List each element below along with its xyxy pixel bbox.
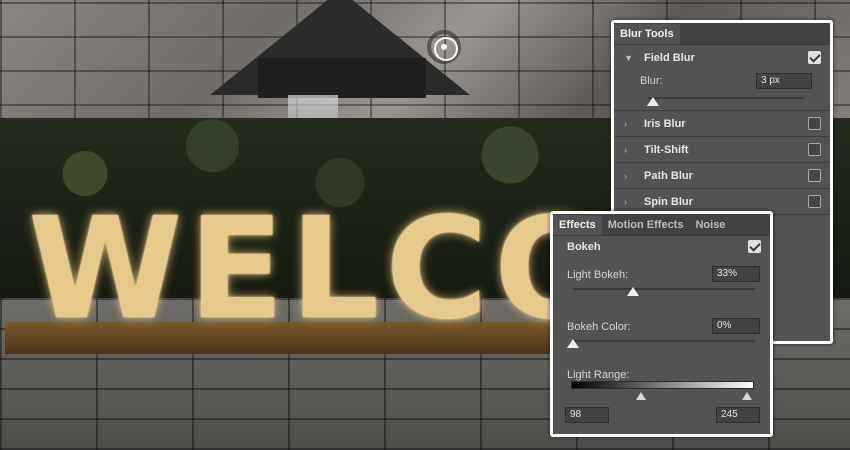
blur-tools-tabbar: Blur Tools bbox=[614, 23, 830, 45]
tab-noise[interactable]: Noise bbox=[689, 215, 731, 235]
path-blur-checkbox[interactable] bbox=[808, 169, 821, 182]
chevron-right-icon[interactable]: › bbox=[624, 145, 634, 155]
tilt-shift-label: Tilt-Shift bbox=[644, 143, 689, 156]
tilt-shift-checkbox[interactable] bbox=[808, 143, 821, 156]
light-bokeh-track[interactable] bbox=[573, 288, 755, 290]
chevron-right-icon[interactable]: › bbox=[624, 171, 634, 181]
effects-panel: Effects Motion Effects Noise Bokeh Light… bbox=[550, 211, 773, 437]
light-range-low-input[interactable]: 98 bbox=[565, 407, 609, 423]
blur-slider[interactable] bbox=[614, 93, 830, 111]
light-range-low-thumb[interactable] bbox=[635, 392, 646, 400]
effects-body: Bokeh Light Bokeh: 33% Bokeh Color: 0% L… bbox=[553, 236, 770, 434]
section-field-blur[interactable]: ▼ Field Blur bbox=[614, 45, 830, 71]
bokeh-color-thumb[interactable] bbox=[567, 339, 579, 348]
light-bokeh-input[interactable]: 33% bbox=[712, 266, 760, 282]
iris-blur-checkbox[interactable] bbox=[808, 117, 821, 130]
light-range-high-thumb[interactable] bbox=[741, 392, 752, 400]
light-bokeh-label: Light Bokeh: bbox=[567, 269, 629, 281]
chevron-right-icon[interactable]: › bbox=[624, 119, 634, 129]
path-blur-label: Path Blur bbox=[644, 169, 693, 182]
spin-blur-label: Spin Blur bbox=[644, 195, 693, 208]
effects-tabbar: Effects Motion Effects Noise bbox=[553, 214, 770, 236]
section-tilt-shift[interactable]: › Tilt-Shift bbox=[614, 137, 830, 163]
tab-motion-effects[interactable]: Motion Effects bbox=[602, 215, 690, 235]
spin-blur-checkbox[interactable] bbox=[808, 195, 821, 208]
blur-slider-thumb[interactable] bbox=[646, 97, 659, 106]
light-bokeh-thumb[interactable] bbox=[627, 287, 640, 296]
bokeh-color-label: Bokeh Color: bbox=[567, 321, 631, 333]
light-range-label: Light Range: bbox=[567, 369, 630, 381]
field-blur-checkbox[interactable] bbox=[808, 51, 821, 64]
blur-pin-handle[interactable] bbox=[427, 30, 461, 64]
blur-value-input[interactable]: 3 px bbox=[756, 73, 812, 89]
iris-blur-label: Iris Blur bbox=[644, 117, 686, 130]
field-blur-label: Field Blur bbox=[644, 52, 695, 64]
tab-blur-tools[interactable]: Blur Tools bbox=[614, 24, 680, 44]
section-path-blur[interactable]: › Path Blur bbox=[614, 163, 830, 189]
blur-amount-row: Blur: 3 px bbox=[614, 71, 830, 93]
light-range-high-input[interactable]: 245 bbox=[716, 407, 760, 423]
tab-effects[interactable]: Effects bbox=[553, 215, 602, 235]
marquee-sign-text: WELCO bbox=[28, 188, 620, 351]
bokeh-color-input[interactable]: 0% bbox=[712, 318, 760, 334]
blur-label: Blur: bbox=[640, 75, 663, 87]
bokeh-label: Bokeh bbox=[567, 241, 601, 253]
bokeh-color-track[interactable] bbox=[573, 340, 755, 342]
light-range-gradient bbox=[571, 381, 754, 389]
chevron-right-icon[interactable]: › bbox=[624, 197, 634, 207]
chevron-down-icon[interactable]: ▼ bbox=[624, 53, 634, 63]
fountain-spout bbox=[258, 58, 426, 98]
section-iris-blur[interactable]: › Iris Blur bbox=[614, 111, 830, 137]
bokeh-row: Bokeh bbox=[553, 236, 770, 258]
blur-slider-track[interactable] bbox=[648, 97, 804, 99]
bokeh-checkbox[interactable] bbox=[748, 240, 761, 253]
